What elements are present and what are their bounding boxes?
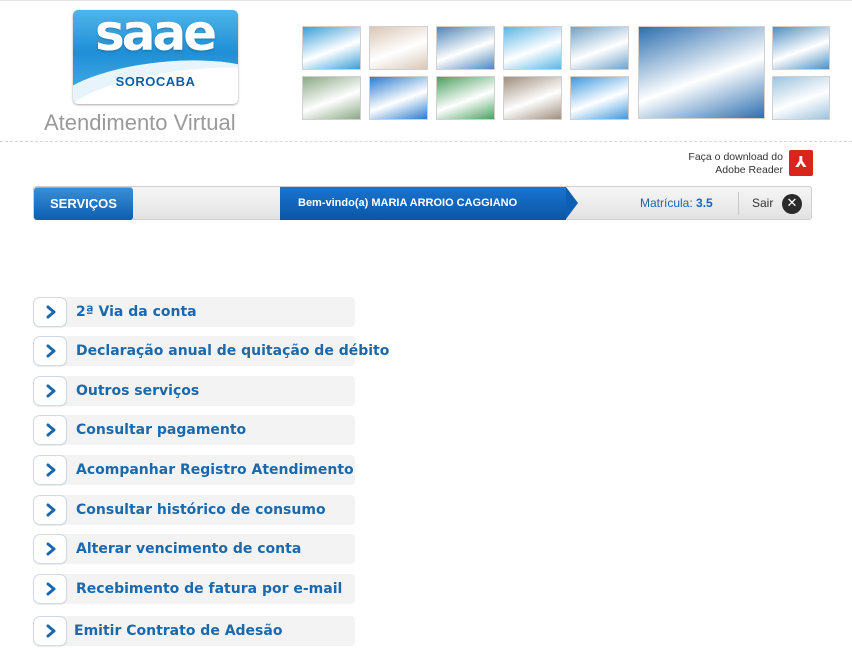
header-photo [772, 76, 830, 120]
menu-item-label[interactable]: Outros serviços [76, 376, 199, 406]
adobe-reader-download[interactable]: Faça o download do Adobe Reader ⅄ [660, 150, 815, 180]
pdf-icon[interactable]: ⅄ [789, 150, 813, 176]
menu-item[interactable]: Consultar histórico de consumo [33, 495, 355, 525]
adobe-reader-text[interactable]: Faça o download do Adobe Reader [688, 151, 783, 177]
menu-item[interactable]: 2ª Via da conta [33, 297, 355, 327]
chevron-right-icon[interactable] [33, 455, 67, 485]
navbar-separator [738, 192, 739, 215]
menu-item[interactable]: Acompanhar Registro Atendimento [33, 455, 355, 485]
header-photo [503, 26, 562, 70]
chevron-right-icon[interactable] [33, 495, 67, 525]
app-title: Atendimento Virtual [44, 110, 236, 135]
header-photo [503, 76, 562, 120]
menu-item-label[interactable]: 2ª Via da conta [76, 297, 197, 327]
header-photo [369, 26, 428, 70]
chevron-right-icon[interactable] [33, 534, 67, 564]
logo-city: SOROCABA [115, 74, 196, 89]
header-photo [369, 76, 428, 120]
header-divider [0, 141, 852, 142]
chevron-right-icon[interactable] [33, 415, 67, 445]
chevron-right-icon[interactable] [33, 616, 67, 646]
chevron-right-icon[interactable] [33, 574, 67, 604]
matricula-value: 3.5 [696, 196, 713, 210]
chevron-right-icon[interactable] [33, 336, 67, 366]
header-photo [772, 26, 830, 70]
adobe-line1: Faça o download do [688, 151, 783, 163]
header-photo [302, 76, 361, 120]
menu-item-label[interactable]: Recebimento de fatura por e-mail [76, 574, 342, 604]
menu-item[interactable]: Recebimento de fatura por e-mail [33, 574, 355, 604]
matricula-label: Matrícula: [640, 196, 693, 210]
top-rule [0, 0, 852, 1]
logo-word: saae [95, 10, 217, 62]
adobe-line2: Adobe Reader [715, 164, 783, 176]
welcome-arrow [566, 187, 578, 219]
header-photo [570, 26, 629, 70]
header-photo [436, 76, 495, 120]
menu-item-label[interactable]: Acompanhar Registro Atendimento [76, 455, 354, 485]
menu-item-label[interactable]: Emitir Contrato de Adesão [74, 616, 282, 646]
menu-item[interactable]: Consultar pagamento [33, 415, 355, 445]
menu-item[interactable]: Emitir Contrato de Adesão [33, 616, 355, 646]
menu-item-label[interactable]: Alterar vencimento de conta [76, 534, 301, 564]
header-photo [638, 26, 765, 119]
menu-item[interactable]: Alterar vencimento de conta [33, 534, 355, 564]
saae-logo: saae SOROCABA [73, 10, 238, 104]
menu-item[interactable]: Outros serviços [33, 376, 355, 406]
chevron-right-icon[interactable] [33, 297, 67, 327]
chevron-right-icon[interactable] [33, 376, 67, 406]
header-photo [302, 26, 361, 70]
header-photo [436, 26, 495, 70]
close-icon[interactable]: ✕ [782, 194, 802, 214]
menu-item-label[interactable]: Consultar pagamento [76, 415, 246, 445]
matricula-info: Matrícula: 3.5 [640, 187, 713, 220]
logout-link[interactable]: Sair [752, 187, 773, 220]
menu-item[interactable]: Declaração anual de quitação de débito [33, 336, 389, 366]
menu-item-label[interactable]: Consultar histórico de consumo [76, 495, 326, 525]
menu-item-label[interactable]: Declaração anual de quitação de débito [76, 336, 389, 366]
welcome-banner: Bem-vindo(a) MARIA ARROIO CAGGIANO [280, 187, 566, 220]
header-photo [570, 76, 629, 120]
services-button[interactable]: SERVIÇOS [34, 187, 133, 220]
